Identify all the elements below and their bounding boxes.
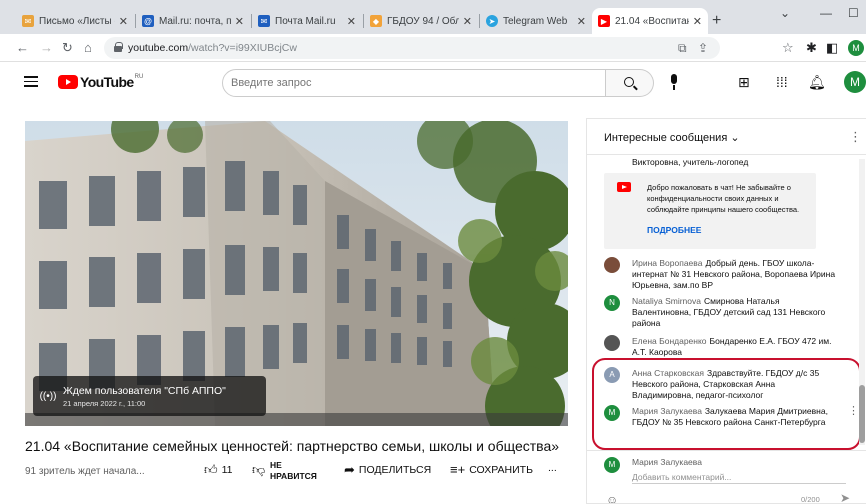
live-chat-panel: Интересные сообщения ⌄ ⋮ Викторовна, учи…	[586, 118, 866, 504]
side-panel-icon[interactable]: ◧	[826, 40, 838, 56]
video-title: 21.04 «Воспитание семейных ценностей: па…	[25, 438, 560, 454]
emoji-icon[interactable]: ☺	[606, 493, 618, 503]
share-arrow-icon: ➦	[344, 462, 355, 477]
chat-composer: M Мария Залукаева ☺ 0/200 ➤	[587, 450, 866, 504]
youtube-logo[interactable]: YouTube RU	[58, 74, 143, 90]
waiting-title: Ждем пользователя "СПб АППО"	[63, 384, 226, 397]
live-broadcast-icon: ((•))	[39, 390, 57, 402]
youtube-header: YouTube RU ⊞ ⁞⁞⁞ 🔔︎ M	[0, 62, 866, 104]
maximize-window-icon[interactable]: ☐	[848, 6, 859, 20]
browser-tab-strip: ✉ Письмо «Листы с ✕ @ Mail.ru: почта, по…	[0, 0, 866, 34]
close-tab-icon[interactable]: ✕	[119, 15, 128, 28]
chat-menu-dots-icon[interactable]: ⋮	[849, 129, 862, 145]
back-arrow-icon[interactable]: ←	[16, 40, 29, 55]
tab-title: Mail.ru: почта, по	[159, 15, 231, 27]
search-icon	[624, 77, 634, 87]
tab-title: Telegram Web	[503, 15, 568, 27]
chat-mode-dropdown[interactable]: Интересные сообщения ⌄	[604, 131, 740, 144]
microphone-icon[interactable]	[666, 74, 682, 92]
close-tab-icon[interactable]: ✕	[577, 15, 586, 28]
telegram-favicon-icon: ➤	[486, 15, 498, 27]
install-app-icon[interactable]: ⧉	[678, 41, 687, 56]
youtube-icon	[617, 182, 631, 192]
highlight-annotation	[592, 358, 861, 450]
viewer-count: 91 зритель ждет начала...	[25, 466, 145, 477]
browser-toolbar: ← → ↻ ⌂ youtube.com/watch?v=i99XIUBcjCw …	[0, 34, 866, 62]
mailru-favicon-icon: @	[142, 15, 154, 27]
menu-hamburger-icon[interactable]	[24, 76, 38, 87]
create-video-icon[interactable]: ⊞	[738, 74, 750, 91]
close-tab-icon[interactable]: ✕	[235, 15, 244, 28]
chat-message-truncated: Викторовна, учитель-логопед	[632, 157, 749, 167]
address-bar[interactable]: youtube.com/watch?v=i99XIUBcjCw ⧉ ⇪	[104, 37, 720, 59]
user-avatar[interactable]: M	[844, 71, 866, 93]
dislike-button[interactable]: НЕ НРАВИТСЯ	[270, 460, 317, 482]
browser-tab-telegram[interactable]: ➤ Telegram Web ✕	[480, 8, 592, 34]
avatar[interactable]: N	[604, 295, 620, 311]
video-player[interactable]: ((•)) Ждем пользователя "СПб АППО" 21 ап…	[25, 121, 568, 426]
stream-scheduled-date: 21 апреля 2022 г., 11:00	[63, 398, 146, 408]
notifications-bell-icon[interactable]: 🔔︎	[808, 74, 826, 91]
mail-favicon-icon: ✉	[22, 15, 34, 27]
cloud-favicon-icon: ◆	[370, 15, 382, 27]
waiting-for-stream-banner: ((•)) Ждем пользователя "СПб АППО" 21 ап…	[33, 376, 266, 416]
search-input[interactable]	[223, 70, 605, 96]
learn-more-link[interactable]: ПОДРОБНЕЕ	[647, 225, 701, 235]
browser-tab-mailru[interactable]: @ Mail.ru: почта, по ✕	[136, 8, 250, 34]
tab-title: ГБДОУ 94 / Обла	[387, 15, 459, 27]
youtube-play-logo-icon	[58, 75, 78, 89]
avatar[interactable]	[604, 257, 620, 273]
chat-scrollbar[interactable]	[859, 159, 865, 445]
tab-search-chevron-icon[interactable]: ⌄	[780, 6, 790, 20]
browser-profile-avatar[interactable]: M	[848, 40, 864, 56]
composer-author-name: Мария Залукаева	[632, 457, 702, 467]
like-button[interactable]: 👍︎ 11	[204, 462, 233, 478]
mail-envelope-favicon-icon: ✉	[258, 15, 270, 27]
apps-grid-icon[interactable]: ⁞⁞⁞	[776, 74, 788, 90]
close-tab-icon[interactable]: ✕	[347, 15, 356, 28]
new-tab-icon[interactable]: +	[712, 12, 721, 30]
browser-tab-mailru-inbox[interactable]: ✉ Почта Mail.ru ✕	[252, 8, 362, 34]
close-tab-icon[interactable]: ✕	[463, 15, 472, 28]
character-counter: 0/200	[801, 495, 820, 504]
chat-header: Интересные сообщения ⌄ ⋮	[587, 119, 866, 155]
browser-tab-gbdou[interactable]: ◆ ГБДОУ 94 / Обла ✕	[364, 8, 478, 34]
bookmark-star-icon[interactable]: ☆	[782, 40, 794, 56]
forward-arrow-icon[interactable]: →	[40, 40, 53, 55]
more-actions-button[interactable]: ...	[548, 462, 557, 474]
search-button[interactable]	[606, 69, 654, 97]
playlist-add-icon: ≡+	[450, 462, 466, 477]
close-tab-icon[interactable]: ✕	[693, 15, 702, 28]
thumbs-down-icon[interactable]: 👎︎	[252, 462, 265, 478]
avatar[interactable]	[604, 335, 620, 351]
home-icon[interactable]: ⌂	[84, 40, 92, 55]
save-button[interactable]: ≡+ СОХРАНИТЬ	[450, 462, 533, 477]
share-page-icon[interactable]: ⇪	[698, 41, 708, 55]
share-button[interactable]: ➦ ПОДЕЛИТЬСЯ	[344, 462, 431, 478]
chat-message-input[interactable]	[632, 470, 846, 484]
reload-icon[interactable]: ↻	[62, 40, 73, 56]
avatar: M	[604, 457, 620, 473]
youtube-favicon-icon: ▶	[598, 15, 610, 27]
lock-icon	[114, 42, 123, 52]
tab-title: 21.04 «Воспитани	[615, 15, 689, 27]
send-icon[interactable]: ➤	[840, 491, 850, 503]
browser-tab-mail-letter[interactable]: ✉ Письмо «Листы с ✕	[16, 8, 134, 34]
url-text[interactable]: youtube.com/watch?v=i99XIUBcjCw	[128, 42, 297, 54]
tab-title: Письмо «Листы с	[39, 15, 115, 27]
minimize-window-icon[interactable]: —	[820, 6, 832, 20]
search-box	[222, 69, 606, 97]
chat-welcome-notice: Добро пожаловать в чат! Не забывайте о к…	[604, 173, 816, 249]
thumbs-up-icon: 👍︎	[204, 462, 218, 477]
tab-title: Почта Mail.ru	[275, 15, 336, 27]
browser-tab-youtube-active[interactable]: ▶ 21.04 «Воспитани ✕	[592, 8, 708, 34]
extensions-puzzle-icon[interactable]: ✱	[806, 40, 817, 56]
chevron-down-icon: ⌄	[730, 132, 740, 144]
